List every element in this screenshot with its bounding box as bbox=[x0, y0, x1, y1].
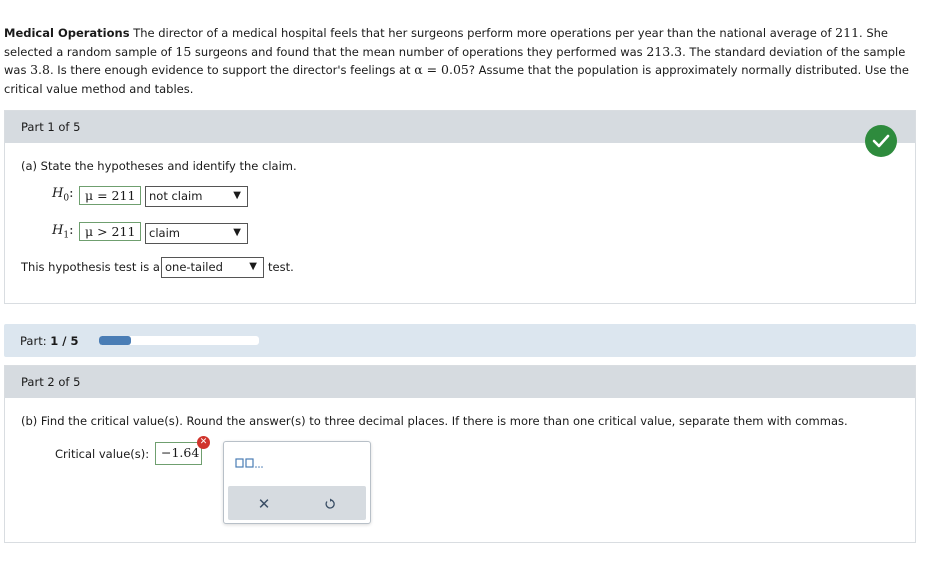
problem-statement: Medical Operations The director of a med… bbox=[4, 25, 909, 96]
progress-fill bbox=[99, 336, 131, 345]
dropdown-arrow-icon: ▼ bbox=[249, 261, 257, 272]
test-type-suffix: test. bbox=[268, 260, 294, 274]
problem-title: Medical Operations bbox=[4, 26, 130, 40]
checkmark-icon bbox=[865, 125, 897, 157]
test-type-prefix: This hypothesis test is a bbox=[21, 260, 160, 274]
part-2-header: Part 2 of 5 bbox=[5, 366, 915, 398]
progress-label: Part: bbox=[20, 334, 47, 348]
part-2-panel: Part 2 of 5 (b) Find the critical value(… bbox=[4, 365, 916, 543]
h1-label: H1: bbox=[52, 223, 74, 241]
progress-track bbox=[99, 336, 259, 345]
math-palette: ✕ bbox=[223, 441, 371, 524]
progress-value: 1 / 5 bbox=[50, 334, 79, 348]
part-1-question: (a) State the hypotheses and identify th… bbox=[21, 159, 297, 173]
error-x-icon: ✕ bbox=[197, 436, 210, 449]
test-type-select[interactable]: one-tailed ▼ bbox=[161, 257, 264, 278]
clear-x-icon[interactable]: ✕ bbox=[254, 494, 274, 514]
h0-claim-select[interactable]: not claim ▼ bbox=[145, 186, 248, 207]
part-progress: Part: 1 / 5 bbox=[4, 324, 916, 357]
part-1-panel: Part 1 of 5 (a) State the hypotheses and… bbox=[4, 110, 916, 304]
h1-claim-select[interactable]: claim ▼ bbox=[145, 223, 248, 244]
dropdown-arrow-icon: ▼ bbox=[233, 227, 241, 238]
palette-actions: ✕ bbox=[228, 486, 366, 520]
dropdown-arrow-icon: ▼ bbox=[233, 190, 241, 201]
h1-expression[interactable]: μ > 211 bbox=[79, 222, 142, 241]
h0-expression[interactable]: μ = 211 bbox=[79, 186, 142, 205]
h0-label: H0: bbox=[52, 186, 74, 204]
list-entry-icon[interactable] bbox=[235, 456, 265, 470]
part-1-header: Part 1 of 5 bbox=[5, 111, 915, 143]
critical-value-label: Critical value(s): bbox=[55, 447, 150, 461]
part-2-question: (b) Find the critical value(s). Round th… bbox=[21, 414, 848, 428]
critical-value-input[interactable]: −1.64 bbox=[155, 442, 202, 465]
undo-icon[interactable] bbox=[320, 494, 340, 514]
